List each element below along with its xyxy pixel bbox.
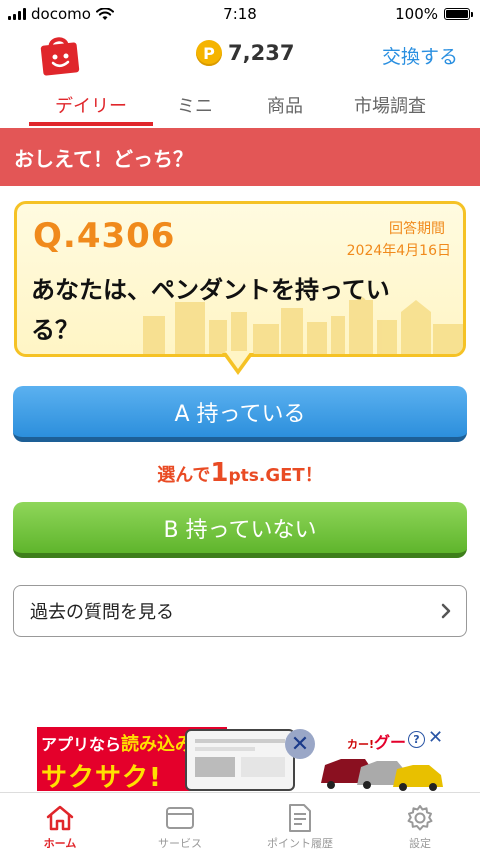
question-text: あなたは、ペンダントを持っている？ [31,276,390,344]
ad-info-icon[interactable]: ? [408,731,425,748]
status-bar: docomo 7:18 100% [0,0,480,28]
tabbar-point-history-label: ポイント履歴 [267,837,333,850]
ad-line1-b: 読み込み [121,734,194,755]
document-icon [289,804,311,832]
past-questions-label: 過去の質問を見る [30,602,174,623]
signal-icon [8,8,26,20]
shopping-bag-logo-icon[interactable] [38,32,82,76]
points-balance: P 7,237 [196,40,294,66]
coin-icon: P [196,40,222,66]
question-card: Q.4306 回答期間 2024年4月16日 あなたは、ペンダントを持っている？ [14,201,466,357]
tab-daily[interactable]: デイリー [29,86,153,124]
ad-phone-image [185,729,295,791]
speech-bubble-tail-fill [225,351,251,369]
home-icon [46,805,74,831]
ad-line1-a: アプリなら [41,735,122,754]
tabbar-settings-label: 設定 [409,837,431,850]
question-number: Q.4306 [33,216,176,256]
ad-brand-big: グー [374,733,407,752]
tab-market-research[interactable]: 市場調査 [330,86,450,124]
tabbar-settings[interactable]: 設定 [360,793,480,855]
reward-prefix: 選んで [157,465,211,486]
answer-a-button[interactable]: A 持っている [13,386,467,442]
bottom-tab-bar: ホーム サービス ポイント履歴 設定 [0,792,480,854]
tabbar-point-history[interactable]: ポイント履歴 [240,793,360,855]
tabbar-home-label: ホーム [43,837,77,850]
answer-b-button[interactable]: B 持っていない [13,502,467,558]
deadline-label: 回答期間 [389,221,445,237]
status-right: 100% [395,5,480,23]
past-questions-button[interactable]: 過去の質問を見る [13,585,467,637]
category-tabs: デイリー ミニ 商品 市場調査 [0,86,480,128]
tab-mini[interactable]: ミニ [150,86,240,124]
advertisement-banner[interactable]: アプリなら読み込み サクサク! ✕ カー!グー ? ✕ [37,727,445,791]
ad-subline: サクサク! [41,763,162,791]
tab-products[interactable]: 商品 [240,86,330,124]
deadline-date: 2024年4月16日 [346,243,451,259]
status-left: docomo [0,5,114,23]
reward-text: 選んで1pts.GET！ [0,458,480,488]
exchange-link[interactable]: 交換する [382,42,458,69]
card-icon [166,807,194,829]
ad-cancel-icon: ✕ [285,729,315,759]
reward-unit: pts. [228,466,266,486]
tabbar-home[interactable]: ホーム [0,793,120,855]
ad-brand: カー!グー [347,729,406,753]
gear-icon [407,805,433,831]
ad-close-icon[interactable]: ✕ [428,727,443,748]
carrier-name: docomo [31,5,91,23]
ad-brand-small: カー! [347,738,375,751]
reward-amount: 1 [210,458,229,488]
points-value: 7,237 [228,41,295,65]
tabbar-services[interactable]: サービス [120,793,240,855]
section-banner: おしえて！どっち？ [0,128,480,186]
battery-icon [444,8,473,20]
reward-suffix: GET！ [265,465,323,486]
app-header: P 7,237 交換する [0,28,480,82]
active-tab-indicator [29,122,153,126]
chevron-right-icon [441,603,451,619]
ad-headline: アプリなら読み込み [41,730,193,756]
tabbar-services-label: サービス [158,837,202,850]
wifi-icon [95,7,114,20]
battery-percent: 100% [395,5,438,23]
